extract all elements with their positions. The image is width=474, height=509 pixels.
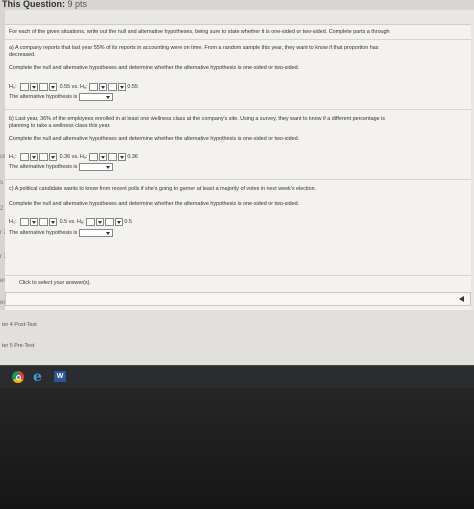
question-nav-bar [5, 292, 471, 306]
ha-sign-dropdown[interactable] [118, 153, 127, 161]
part-c-hypotheses: H₀: 0.5 vs. Hₐ: 0.5 [9, 218, 132, 226]
divider [5, 179, 471, 180]
h0-param-input[interactable] [19, 218, 29, 226]
answer-hint: Click to select your answer(s). [19, 280, 91, 286]
list-item[interactable]: ter 5 Pre-Test [2, 343, 34, 349]
instructions: For each of the given situations, write … [9, 29, 390, 35]
part-b-prompt: Complete the null and alternative hypoth… [9, 136, 300, 142]
list-item[interactable]: ter 4 Post-Test [2, 322, 37, 328]
alt-label: The alternative hypothesis is [9, 230, 78, 236]
alt-type-dropdown[interactable] [79, 93, 114, 101]
ha-sign-dropdown[interactable] [118, 83, 127, 91]
ha-sign-input[interactable] [108, 153, 118, 161]
taskbar: e W [0, 365, 474, 388]
h0-param-dropdown[interactable] [29, 218, 38, 226]
part-a-alternative: The alternative hypothesis is [9, 93, 114, 101]
ha-param-input[interactable] [86, 218, 96, 226]
vs-label: 0.5 vs. Hₐ: [59, 219, 85, 225]
h0-param-dropdown[interactable] [29, 83, 38, 91]
divider [5, 39, 471, 40]
ha-value: 0.36 [127, 154, 138, 160]
h0-sign-input[interactable] [38, 153, 48, 161]
chrome-icon[interactable] [12, 371, 24, 383]
part-b-text-2: planning to take a wellness class this y… [9, 123, 111, 129]
rail-item[interactable]: s [0, 180, 3, 186]
part-a-prompt: Complete the null and alternative hypoth… [9, 65, 300, 71]
ha-value: 0.5 [124, 219, 132, 225]
h0-label: H₀: [9, 219, 17, 225]
question-points: 9 pts [67, 0, 88, 9]
h0-sign-input[interactable] [38, 83, 48, 91]
ha-sign-dropdown[interactable] [115, 218, 124, 226]
part-a-text-2: decreased. [9, 52, 36, 58]
alt-label: The alternative hypothesis is [9, 164, 78, 170]
monitor-bezel [0, 388, 474, 509]
ha-sign-input[interactable] [105, 218, 115, 226]
h0-sign-dropdown[interactable] [48, 153, 57, 161]
h0-sign-dropdown[interactable] [48, 218, 57, 226]
ha-param-dropdown[interactable] [99, 83, 108, 91]
h0-param-input[interactable] [19, 83, 29, 91]
part-a-hypotheses: H₀: 0.55 vs. Hₐ: 0.55 [9, 83, 138, 91]
part-b-alternative: The alternative hypothesis is [9, 163, 114, 171]
internet-explorer-icon[interactable]: e [33, 370, 45, 384]
ha-param-input[interactable] [89, 83, 99, 91]
ha-sign-input[interactable] [108, 83, 118, 91]
divider [5, 275, 471, 276]
ha-param-dropdown[interactable] [96, 218, 105, 226]
h0-label: H₀: [9, 84, 17, 90]
word-icon[interactable]: W [54, 371, 66, 382]
question-label: This Question: [2, 0, 65, 9]
ha-param-dropdown[interactable] [99, 153, 108, 161]
alt-type-dropdown[interactable] [79, 229, 114, 237]
divider [5, 109, 471, 110]
h0-label: H₀: [9, 154, 17, 160]
question-panel: For each of the given situations, write … [5, 24, 471, 311]
part-c-text: c) A political candidate wants to know f… [9, 186, 317, 192]
assignment-list: ter 4 Post-Test ter 5 Pre-Test [0, 310, 474, 365]
question-header: This Question: 9 pts [0, 0, 474, 10]
part-a-text: a) A company reports that last year 55% … [9, 45, 379, 51]
ha-value: 0.55 [127, 84, 138, 90]
rail-item[interactable]: 2 [0, 206, 3, 212]
alt-type-dropdown[interactable] [79, 163, 114, 171]
h0-param-input[interactable] [19, 153, 29, 161]
part-b-text: b) Last year, 36% of the employees enrol… [9, 116, 385, 122]
vs-label: 0.36 vs. Hₐ: [59, 154, 88, 160]
alt-label: The alternative hypothesis is [9, 94, 78, 100]
h0-param-dropdown[interactable] [29, 153, 38, 161]
previous-arrow-icon[interactable] [459, 296, 464, 302]
browser-content: This Question: 9 pts ce s 2 r 2 r 3 er 3… [0, 0, 474, 365]
part-c-prompt: Complete the null and alternative hypoth… [9, 201, 300, 207]
vs-label: 0.55 vs. Hₐ: [59, 84, 88, 90]
h0-sign-input[interactable] [38, 218, 48, 226]
part-b-hypotheses: H₀: 0.36 vs. Hₐ: 0.36 [9, 153, 138, 161]
h0-sign-dropdown[interactable] [48, 83, 57, 91]
part-c-alternative: The alternative hypothesis is [9, 229, 114, 237]
ha-param-input[interactable] [89, 153, 99, 161]
